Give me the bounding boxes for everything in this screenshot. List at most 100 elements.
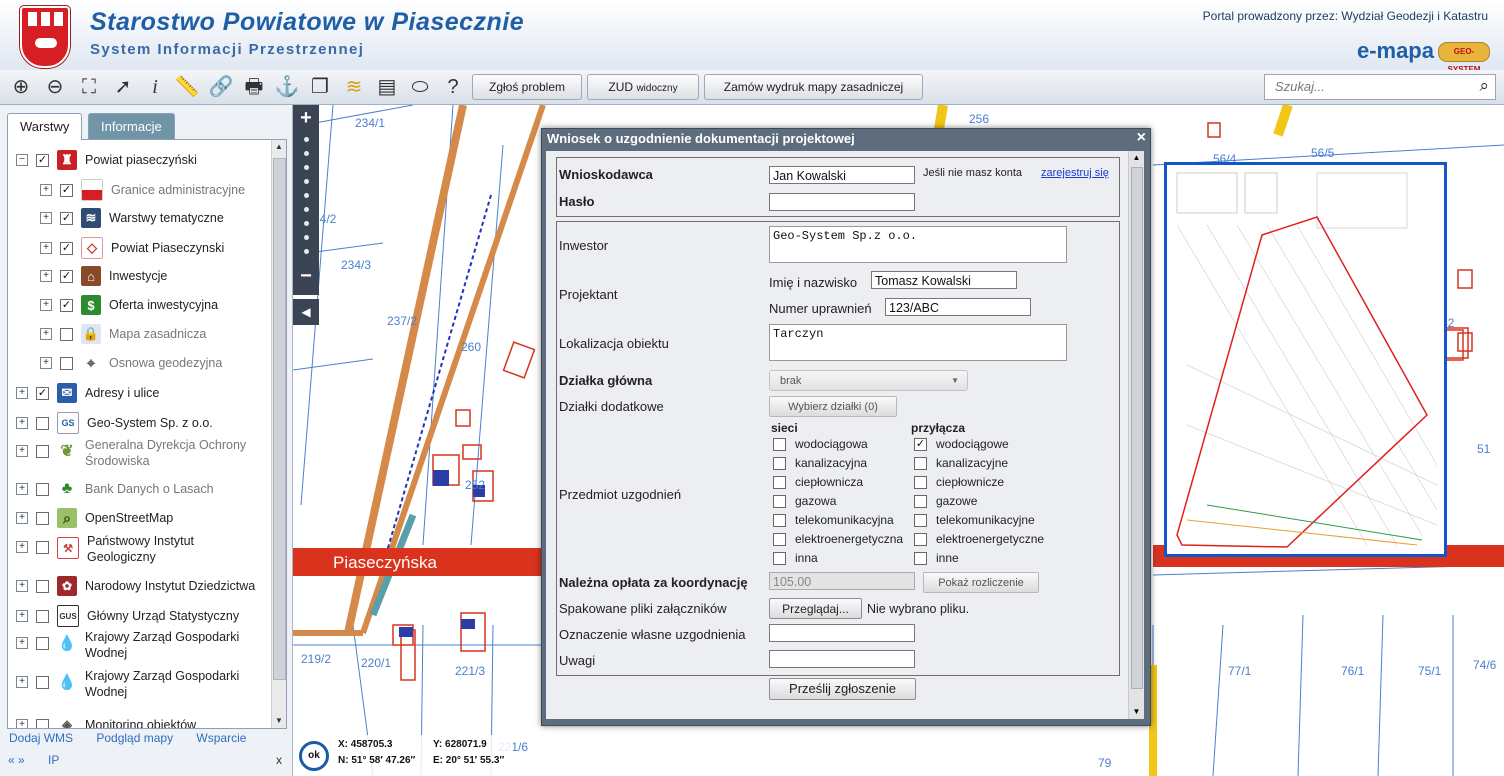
layer-checkbox[interactable] <box>36 416 49 430</box>
layer-checkbox[interactable]: ✓ <box>36 386 49 400</box>
zoom-step[interactable] <box>304 165 309 170</box>
expand-toggle[interactable]: + <box>16 676 28 688</box>
layer-item[interactable]: + GUS Główny Urząd Statystyczny <box>16 605 239 627</box>
layer-item[interactable]: + ⚒ Państwowy Instytut Geologiczny <box>16 533 194 565</box>
layer-item[interactable]: + ✓ $ Oferta inwestycyjna <box>40 295 218 315</box>
connection-checkbox[interactable] <box>914 476 927 489</box>
submit-request-button[interactable]: Prześlij zgłoszenie <box>769 678 916 700</box>
collapse-sidebar-icon[interactable]: ◀ <box>293 299 319 325</box>
layer-item[interactable]: + GS Geo-System Sp. z o.o. <box>16 412 213 434</box>
measure-link-icon[interactable]: 🔗 <box>208 74 234 100</box>
support-link[interactable]: Wsparcie <box>196 731 246 745</box>
expand-toggle[interactable]: + <box>16 580 28 592</box>
network-checkbox[interactable] <box>773 438 786 451</box>
layer-checkbox[interactable] <box>60 327 73 341</box>
select-arrow-icon[interactable]: ➚ <box>110 74 136 100</box>
ip-link[interactable]: IP <box>48 753 59 767</box>
layer-checkbox[interactable]: ✓ <box>60 241 73 255</box>
show-calculation-button[interactable]: Pokaż rozliczenie <box>923 572 1039 593</box>
expand-toggle[interactable]: + <box>40 328 52 340</box>
layer-item[interactable]: − ✓ ♜ Powiat piaseczyński <box>16 150 197 170</box>
connection-checkbox[interactable] <box>914 457 927 470</box>
password-field[interactable] <box>769 193 915 211</box>
layers-copy-icon[interactable]: ❐ <box>307 74 333 100</box>
layout-icon[interactable]: ▤ <box>374 74 400 100</box>
investor-field[interactable]: Geo-System Sp.z o.o. <box>769 226 1067 263</box>
scroll-up-icon[interactable]: ▲ <box>1129 151 1144 165</box>
document-preview[interactable] <box>1164 162 1447 557</box>
layer-checkbox[interactable] <box>36 718 49 728</box>
measure-distance-icon[interactable]: 📏 <box>174 74 200 100</box>
layer-item[interactable]: + ⌕ OpenStreetMap <box>16 508 173 528</box>
scroll-down-icon[interactable]: ▼ <box>272 714 286 728</box>
network-checkbox[interactable] <box>773 514 786 527</box>
register-link[interactable]: zarejestruj się <box>1041 167 1109 179</box>
layer-item[interactable]: + ✓ Granice administracyjne <box>40 179 245 201</box>
expand-toggle[interactable]: + <box>16 541 28 553</box>
zoom-slider[interactable]: + − <box>293 105 319 295</box>
zoom-step[interactable] <box>304 249 309 254</box>
print-icon[interactable]: 🖶 <box>241 74 267 100</box>
zoom-in-icon[interactable]: ⊕ <box>8 74 34 100</box>
sidebar-nav-arrows[interactable]: « » <box>8 753 25 767</box>
connection-checkbox[interactable]: ✓ <box>914 438 927 451</box>
expand-toggle[interactable]: + <box>16 417 28 429</box>
location-field[interactable]: Tarczyn <box>769 324 1067 361</box>
main-parcel-select[interactable]: brak ▼ <box>769 370 968 391</box>
layer-item[interactable]: + ✿ Narodowy Instytut Dziedzictwa <box>16 576 255 596</box>
layer-checkbox[interactable] <box>36 637 49 650</box>
network-checkbox[interactable] <box>773 457 786 470</box>
layer-checkbox[interactable] <box>36 609 49 623</box>
layer-checkbox[interactable]: ✓ <box>36 153 49 167</box>
connection-checkbox[interactable] <box>914 514 927 527</box>
network-checkbox[interactable] <box>773 552 786 565</box>
expand-toggle[interactable]: + <box>16 610 28 622</box>
layer-item[interactable]: + ♣ Bank Danych o Lasach <box>16 479 214 499</box>
expand-toggle[interactable]: + <box>16 445 28 457</box>
expand-toggle[interactable]: + <box>40 184 52 196</box>
connection-checkbox[interactable] <box>914 533 927 546</box>
scroll-thumb[interactable] <box>273 158 286 680</box>
zud-visible-button[interactable]: ZUD widoczny <box>587 74 699 100</box>
designer-name-field[interactable]: Tomasz Kowalski <box>871 271 1017 289</box>
zoom-minus-icon[interactable]: − <box>293 265 319 288</box>
expand-toggle[interactable]: + <box>40 270 52 282</box>
expand-toggle[interactable]: + <box>16 483 28 495</box>
layer-item[interactable]: + ✓ ✉ Adresy i ulice <box>16 383 159 403</box>
expand-toggle[interactable]: + <box>40 357 52 369</box>
layer-item[interactable]: + ◈ Monitoring obiektów <box>16 715 196 728</box>
dialog-scrollbar[interactable]: ▲ ▼ <box>1128 151 1144 719</box>
scroll-down-icon[interactable]: ▼ <box>1129 705 1144 719</box>
layer-item[interactable]: + ✓ ◇ Powiat Piaseczynski <box>40 237 224 259</box>
scroll-thumb[interactable] <box>1131 167 1143 689</box>
layer-checkbox[interactable] <box>36 579 49 593</box>
network-checkbox[interactable] <box>773 495 786 508</box>
layer-checkbox[interactable]: ✓ <box>60 211 73 225</box>
report-problem-button[interactable]: Zgłoś problem <box>472 74 582 100</box>
zoom-step[interactable] <box>304 193 309 198</box>
expand-toggle[interactable]: + <box>40 299 52 311</box>
layer-item[interactable]: + ✓ ⌂ Inwestycje <box>40 266 167 286</box>
layer-checkbox[interactable] <box>36 511 49 525</box>
layer-checkbox[interactable] <box>36 676 49 689</box>
connection-checkbox[interactable] <box>914 552 927 565</box>
draw-shape-icon[interactable]: ⬭ <box>407 74 433 100</box>
expand-toggle[interactable]: + <box>16 637 28 649</box>
network-checkbox[interactable] <box>773 476 786 489</box>
layer-item[interactable]: + ✓ ≋ Warstwy tematyczne <box>40 208 224 228</box>
scroll-up-icon[interactable]: ▲ <box>272 140 286 154</box>
zoom-out-icon[interactable]: ⊖ <box>42 74 68 100</box>
sidebar-close-icon[interactable]: x <box>276 753 282 767</box>
zoom-step[interactable] <box>304 221 309 226</box>
layers-icon[interactable]: ≋ <box>341 74 367 100</box>
layer-item[interactable]: + 💧 Krajowy Zarząd Gospodarki Wodnej <box>16 668 239 700</box>
layer-item[interactable]: + ⌖ Osnowa geodezyjna <box>40 353 222 373</box>
order-map-print-button[interactable]: Zamów wydruk mapy zasadniczej <box>704 74 923 100</box>
download-icon[interactable]: ⚓ <box>274 74 300 100</box>
coords-ok-button[interactable]: ok <box>299 741 329 771</box>
own-reference-field[interactable] <box>769 624 915 642</box>
collapse-toggle[interactable]: − <box>16 154 28 166</box>
zoom-step[interactable] <box>304 137 309 142</box>
tab-warstwy[interactable]: Warstwy <box>7 113 83 140</box>
zoom-step[interactable] <box>304 207 309 212</box>
